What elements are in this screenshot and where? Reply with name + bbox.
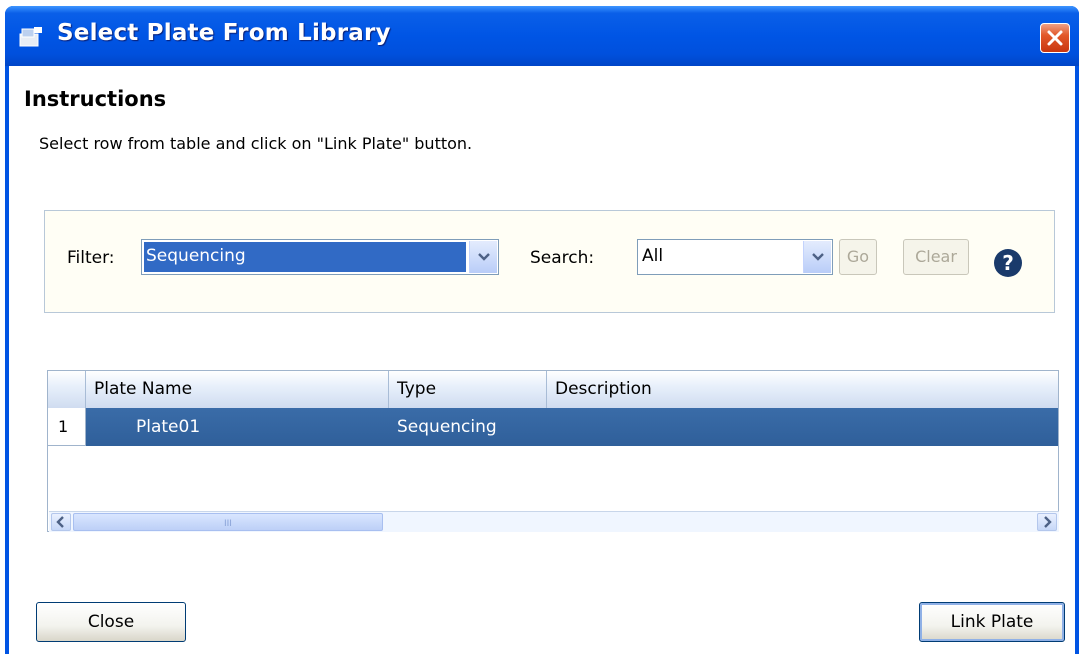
go-button[interactable]: Go	[839, 239, 877, 275]
search-dropdown[interactable]: All	[637, 239, 833, 275]
clear-button[interactable]: Clear	[903, 239, 969, 275]
column-header-type[interactable]: Type	[389, 371, 547, 408]
filter-dropdown-arrow[interactable]	[469, 241, 497, 273]
chevron-down-icon	[812, 253, 824, 261]
filter-value: Sequencing	[146, 246, 246, 266]
table-header: Plate Name Type Description	[48, 371, 1058, 409]
scroll-left-button[interactable]	[51, 513, 71, 531]
link-plate-button[interactable]: Link Plate	[919, 602, 1065, 642]
scroll-thumb[interactable]: III	[73, 513, 383, 531]
filter-panel: Filter: Sequencing Search: All Go Clear	[44, 210, 1055, 313]
column-header-description[interactable]: Description	[547, 371, 1058, 408]
cell-type: Sequencing	[397, 417, 497, 437]
dialog-window: Select Plate From Library Instructions S…	[5, 6, 1079, 654]
dialog-client: Instructions Select row from table and c…	[9, 66, 1075, 654]
instructions-heading: Instructions	[24, 87, 167, 111]
chevron-right-icon	[1044, 516, 1052, 528]
filter-label: Filter:	[67, 248, 115, 268]
scroll-grip-icon: III	[224, 519, 232, 529]
cell-plate-name: Plate01	[136, 417, 201, 437]
close-icon	[1047, 30, 1063, 46]
chevron-down-icon	[478, 253, 490, 261]
horizontal-scrollbar[interactable]: III	[49, 511, 1059, 532]
title-bar[interactable]: Select Plate From Library	[5, 6, 1079, 66]
instructions-text: Select row from table and click on "Link…	[39, 134, 473, 153]
search-dropdown-arrow[interactable]	[803, 241, 831, 273]
help-icon[interactable]: ?	[994, 249, 1022, 277]
search-label: Search:	[530, 248, 595, 268]
column-header-plate-name[interactable]: Plate Name	[86, 371, 389, 408]
row-number-header	[48, 371, 86, 408]
row-number: 1	[48, 408, 86, 446]
plates-table: Plate Name Type Description 1 Plate01 Se…	[47, 370, 1059, 532]
search-value: All	[642, 246, 664, 266]
close-button[interactable]: Close	[36, 602, 186, 642]
close-window-button[interactable]	[1040, 23, 1070, 53]
filter-dropdown[interactable]: Sequencing	[141, 239, 499, 275]
chevron-left-icon	[56, 516, 64, 528]
window-title: Select Plate From Library	[57, 20, 391, 46]
app-icon	[19, 27, 42, 47]
table-row[interactable]: Plate01 Sequencing	[86, 408, 1058, 446]
scroll-right-button[interactable]	[1037, 513, 1057, 531]
